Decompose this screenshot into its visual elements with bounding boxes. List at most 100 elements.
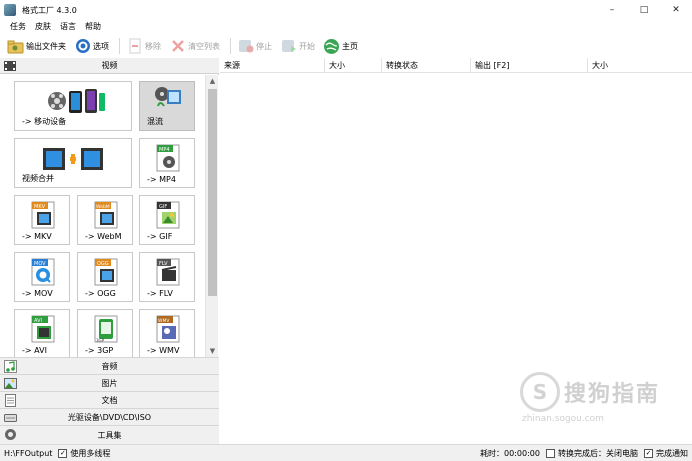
multithread-checkbox[interactable]: ✓ (58, 448, 68, 458)
stop-button[interactable]: 停止 (237, 36, 272, 56)
ogg-file-icon: OGG (93, 257, 119, 289)
gif-badge-text: GIF (159, 204, 167, 210)
column-output[interactable]: 输出 [F2] (471, 58, 588, 73)
menu-bar: 任务 皮肤 语言 帮助 (0, 19, 692, 34)
tile-gif[interactable]: GIF -> GIF (139, 195, 195, 245)
category-document-label: 文档 (101, 395, 118, 405)
tile-wmv[interactable]: WMV -> WMV (139, 309, 195, 357)
tile-flv[interactable]: FLV -> FLV (139, 252, 195, 302)
disc-drive-icon (4, 411, 17, 424)
avi-file-icon: AVI (30, 314, 56, 346)
mov-badge-text: MOV (34, 261, 46, 267)
minimize-button[interactable]: – (596, 0, 628, 20)
tile-avi[interactable]: AVI -> AVI (14, 309, 70, 357)
title-bar: 格式工厂 4.3.0 – □ ✕ (0, 0, 692, 20)
gif-file-icon: GIF (155, 200, 181, 232)
flv-badge-text: FLV (159, 261, 168, 267)
category-picture[interactable]: 图片 (0, 374, 219, 391)
column-output-size[interactable]: 大小 (588, 58, 692, 73)
tile-mobile-device-label: -> 移动设备 (22, 117, 67, 126)
tile-video-join-label: 视频合并 (22, 174, 54, 183)
tile-3gp-label: -> 3GP (85, 346, 114, 355)
document-icon (4, 394, 17, 407)
remove-doc-icon (126, 38, 143, 55)
tile-mux[interactable]: 混流 (139, 81, 195, 131)
category-video-label: 视频 (101, 61, 118, 70)
mobile-device-icon (47, 87, 105, 117)
menu-help[interactable]: 帮助 (85, 21, 101, 32)
scroll-down-arrow-icon[interactable]: ▼ (206, 345, 219, 357)
start-icon (280, 38, 297, 55)
scroll-thumb[interactable] (208, 89, 217, 296)
mux-icon (154, 86, 182, 114)
tile-mux-label: 混流 (147, 117, 163, 126)
3gp-badge-text: 3GP (96, 338, 105, 343)
tile-mov[interactable]: MOV -> MOV (14, 252, 70, 302)
category-disc[interactable]: 光驱设备\DVD\CD\ISO (0, 408, 219, 425)
avi-badge-text: AVI (34, 318, 42, 324)
start-button[interactable]: 开始 (280, 36, 315, 56)
column-status[interactable]: 转换状态 (382, 58, 471, 73)
start-label: 开始 (299, 41, 315, 51)
options-label: 选项 (93, 41, 109, 51)
task-list-header: 来源 大小 转换状态 输出 [F2] 大小 (220, 58, 692, 73)
webm-file-icon: WebM (93, 200, 119, 232)
watermark-title: 搜狗指南 (564, 382, 661, 407)
clear-list-label: 清空列表 (188, 41, 220, 51)
scroll-up-arrow-icon[interactable]: ▲ (206, 75, 219, 87)
mp4-badge-text: MP4 (159, 147, 170, 153)
category-disc-label: 光驱设备\DVD\CD\ISO (67, 412, 152, 422)
tile-mp4[interactable]: MP4 -> MP4 (139, 138, 195, 188)
tile-wmv-label: -> WMV (147, 346, 180, 355)
options-button[interactable]: 选项 (74, 36, 109, 56)
video-join-icon (43, 146, 103, 174)
remove-button[interactable]: 移除 (126, 36, 161, 56)
picture-icon (4, 377, 17, 390)
tile-flv-label: -> FLV (147, 289, 173, 298)
tile-mobile-device[interactable]: -> 移动设备 (14, 81, 132, 131)
after-done-label: 转换完成后：关闭电脑 (558, 449, 638, 458)
tile-3gp[interactable]: 3GP -> 3GP (77, 309, 133, 357)
webm-badge-text: WebM (96, 204, 110, 210)
toolbar-separator (230, 38, 231, 54)
window-controls: – □ ✕ (596, 0, 692, 20)
clear-list-button[interactable]: 清空列表 (169, 36, 220, 56)
maximize-button[interactable]: □ (628, 0, 660, 20)
toolbar-separator (119, 38, 120, 54)
tile-video-join[interactable]: 视频合并 (14, 138, 132, 188)
column-source[interactable]: 来源 (220, 58, 325, 73)
3gp-file-icon: 3GP (93, 314, 119, 346)
menu-language[interactable]: 语言 (60, 21, 76, 32)
tools-scrollbar[interactable]: ▲ ▼ (205, 75, 218, 357)
tile-mkv[interactable]: MKV -> MKV (14, 195, 70, 245)
category-document[interactable]: 文档 (0, 391, 219, 408)
window-title: 格式工厂 4.3.0 (22, 5, 77, 15)
flv-file-icon: FLV (155, 257, 181, 289)
tile-avi-label: -> AVI (22, 346, 47, 355)
tile-ogg[interactable]: OGG -> OGG (77, 252, 133, 302)
after-done-checkbox[interactable] (546, 449, 555, 458)
tile-webm[interactable]: WebM -> WebM (77, 195, 133, 245)
home-button[interactable]: 主页 (323, 36, 358, 56)
tile-ogg-label: -> OGG (85, 289, 116, 298)
notify-checkbox[interactable]: ✓ (644, 449, 653, 458)
stop-icon (237, 38, 254, 55)
mkv-badge-text: MKV (34, 204, 46, 210)
music-note-icon (4, 360, 17, 373)
tile-mp4-label: -> MP4 (147, 175, 176, 184)
sogou-logo-icon: S (520, 372, 560, 412)
category-toolbox[interactable]: 工具集 (0, 425, 219, 444)
tile-mkv-label: -> MKV (22, 232, 52, 241)
close-button[interactable]: ✕ (660, 0, 692, 20)
output-path[interactable]: H:\FFOutput (4, 449, 52, 458)
menu-skin[interactable]: 皮肤 (35, 21, 51, 32)
column-size[interactable]: 大小 (325, 58, 382, 73)
output-folder-button[interactable]: 输出文件夹 (7, 36, 66, 56)
menu-task[interactable]: 任务 (10, 21, 26, 32)
category-audio[interactable]: 音频 (0, 357, 219, 374)
video-tools-grid: -> 移动设备 混流 视频合并 MP4 -> MP4 MKV -> MKV We… (0, 75, 219, 357)
notify-label: 完成通知 (656, 449, 688, 458)
category-video[interactable]: 视频 (0, 58, 219, 74)
category-picture-label: 图片 (101, 378, 118, 388)
wmv-file-icon: WMV (155, 314, 181, 346)
